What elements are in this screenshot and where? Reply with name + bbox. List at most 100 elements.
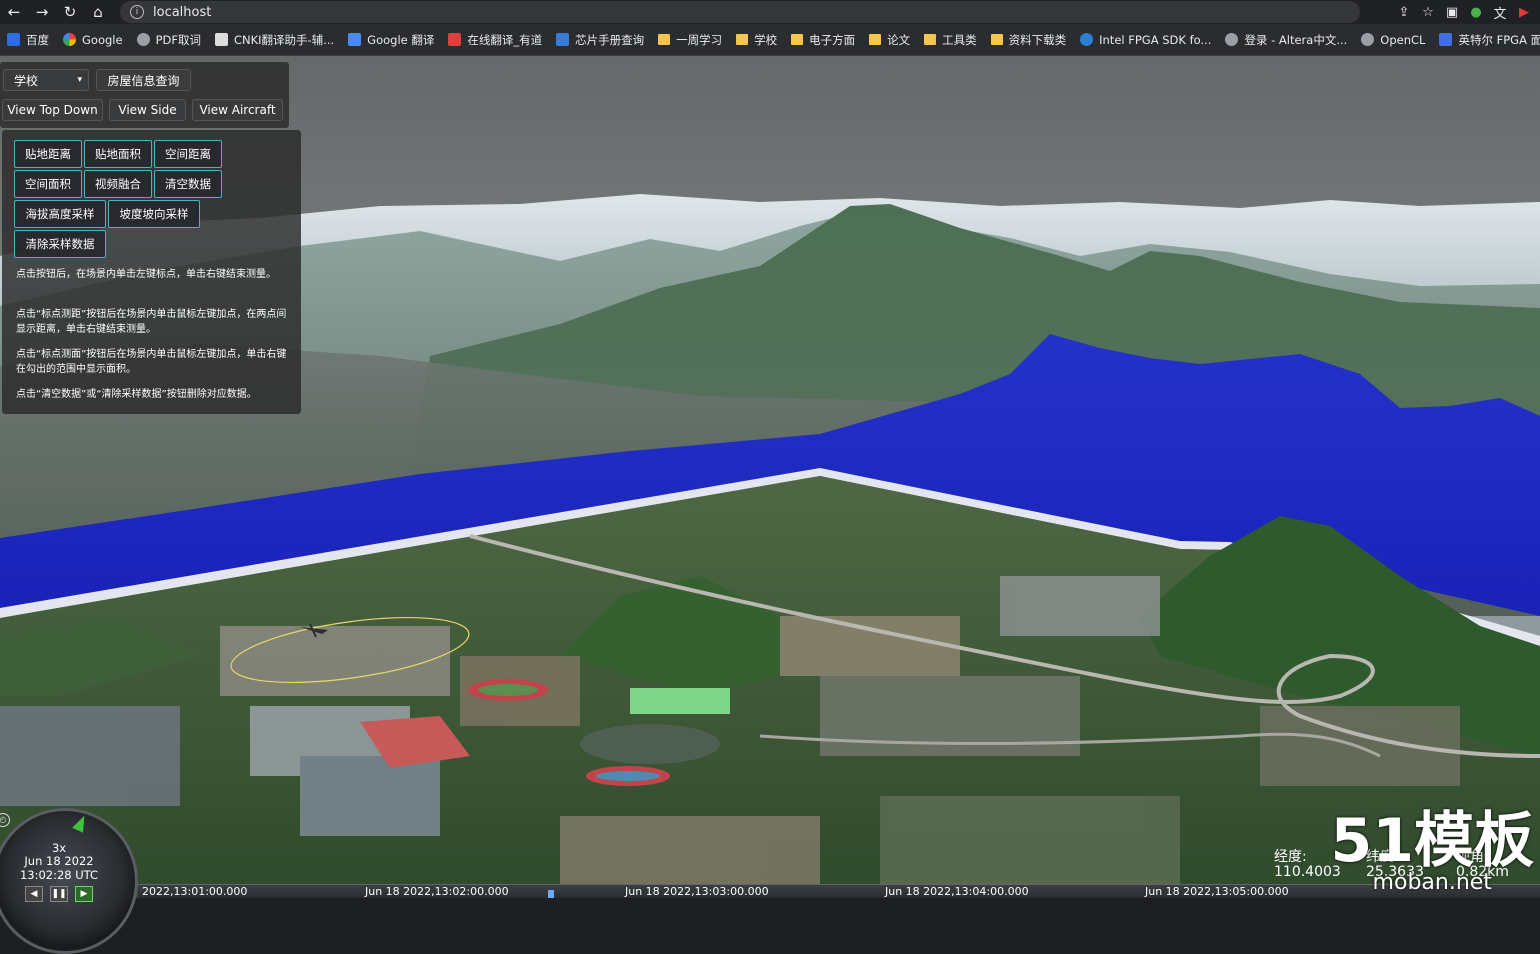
- folder-icon: [791, 34, 804, 45]
- bookmark-item[interactable]: 电子方面: [791, 32, 855, 48]
- bookmark-label: 芯片手册查询: [575, 32, 645, 47]
- bookmark-item[interactable]: 资料下载类: [990, 32, 1067, 48]
- ground-distance-button[interactable]: 贴地距离: [14, 140, 82, 168]
- bookmark-item[interactable]: 一周学习: [658, 32, 722, 48]
- record-icon[interactable]: ▶: [1514, 2, 1534, 22]
- bookmark-item[interactable]: 学校: [736, 32, 777, 48]
- altera-icon: [1439, 33, 1453, 46]
- bookmark-label: 一周学习: [676, 32, 723, 47]
- ground-area-button[interactable]: 贴地面积: [84, 140, 152, 168]
- address-bar[interactable]: i localhost: [120, 1, 1360, 23]
- browser-toolbar: ← → ↻ ⌂ i localhost ⇪ ☆ ▣ ● 文 ▶: [0, 0, 1540, 24]
- bookmark-label: 电子方面: [809, 32, 856, 47]
- green-field: [630, 688, 730, 714]
- intel-icon: [1080, 33, 1094, 46]
- instruction-2: 点击“标点测距”按钮后在场景内单击鼠标左键加点，在两点间显示距离，单击右键结束测…: [16, 309, 287, 335]
- elevation-sample-button[interactable]: 海拔高度采样: [14, 200, 106, 228]
- bookmark-item[interactable]: 登录 - Altera中文...: [1225, 32, 1347, 48]
- globe-icon: [1361, 33, 1375, 46]
- star-icon[interactable]: ☆: [1418, 2, 1438, 22]
- timeline-label: 2022,13:01:00.000: [142, 885, 248, 898]
- watermark-main: 51模板: [1330, 806, 1535, 876]
- view-side-button[interactable]: View Side: [109, 99, 186, 121]
- house-query-button[interactable]: 房屋信息查询: [96, 69, 191, 91]
- rewind-icon[interactable]: ◀: [25, 886, 43, 902]
- longitude-label: 经度:: [1274, 849, 1307, 865]
- school-select-value: 学校: [14, 73, 39, 88]
- baidu-icon: [7, 33, 20, 46]
- share-icon[interactable]: ⇪: [1394, 2, 1414, 22]
- google-translate-icon: [348, 33, 362, 46]
- bookmark-item[interactable]: 论文: [869, 32, 910, 48]
- browser-actions: ⇪ ☆ ▣ ● 文 ▶: [1394, 0, 1540, 24]
- folder-icon: [869, 34, 882, 45]
- timeline-cursor-icon[interactable]: [548, 890, 554, 898]
- view-aircraft-button[interactable]: View Aircraft: [192, 99, 283, 121]
- bookmark-label: Google 翻译: [367, 32, 435, 47]
- extension-icon[interactable]: ▣: [1442, 2, 1462, 22]
- chip-icon: [556, 33, 570, 46]
- play-icon[interactable]: ▶: [75, 886, 93, 902]
- pond: [580, 724, 720, 764]
- bookmarks-bar: 百度 Google PDF取词 CNKI翻译助手-辅... Google 翻译 在线翻译_…: [0, 24, 1540, 56]
- folder-icon: [658, 34, 671, 45]
- evernote-icon[interactable]: ●: [1466, 2, 1486, 22]
- space-area-button[interactable]: 空间面积: [14, 170, 82, 198]
- bookmark-item[interactable]: 百度: [7, 32, 49, 48]
- translate-ext-icon[interactable]: 文: [1490, 2, 1510, 22]
- bookmark-label: 工具类: [942, 32, 977, 47]
- watermark-logo: 51模板 moban.net: [1331, 810, 1535, 894]
- instruction-3: 点击“标点测面”按钮后在场景内单击鼠标左键加点，单击右键在勾出的范围中显示面积。: [16, 349, 287, 375]
- slope-sample-button[interactable]: 坡度坡向采样: [108, 200, 200, 228]
- bookmark-label: 英特尔 FPGA 面向: [1458, 32, 1540, 47]
- bookmark-item[interactable]: 工具类: [924, 32, 977, 48]
- view-top-down-button[interactable]: View Top Down: [2, 99, 103, 121]
- bookmark-item[interactable]: CNKI翻译助手-辅...: [214, 32, 335, 48]
- bookmark-label: CNKI翻译助手-辅...: [233, 32, 335, 47]
- bookmark-label: 学校: [754, 32, 778, 47]
- cnki-icon: [214, 33, 228, 46]
- video-fusion-button[interactable]: 视频融合: [84, 170, 152, 198]
- measure-panel: 贴地距离 贴地面积 空间距离 空间面积 视频融合 清空数据 海拔高度采样 坡度坡…: [2, 130, 301, 414]
- reload-icon[interactable]: ↻: [56, 0, 84, 24]
- bookmark-label: 在线翻译_有道: [467, 32, 543, 47]
- globe-icon: [136, 33, 150, 46]
- timeline-label: Jun 18 2022,13:05:00.000: [1145, 885, 1289, 898]
- space-distance-button[interactable]: 空间距离: [154, 140, 222, 168]
- view-toolbar: 学校 ▾ 房屋信息查询 View Top Down View Side View…: [0, 62, 289, 128]
- forward-icon[interactable]: →: [28, 0, 56, 24]
- folder-icon: [924, 34, 937, 45]
- bookmark-item[interactable]: Intel FPGA SDK fo...: [1080, 33, 1211, 47]
- bookmark-item[interactable]: OpenCL: [1361, 33, 1425, 47]
- clock-date: Jun 18 2022: [24, 854, 94, 868]
- folder-icon: [736, 34, 749, 45]
- bookmark-label: 登录 - Altera中文...: [1244, 32, 1348, 47]
- shuttle-ring-green-icon[interactable]: [72, 813, 90, 833]
- bookmark-item[interactable]: 英特尔 FPGA 面向: [1439, 32, 1540, 48]
- school-select[interactable]: 学校 ▾: [3, 69, 89, 91]
- globe-icon: [1225, 33, 1239, 46]
- pause-icon[interactable]: ❚❚: [50, 886, 68, 902]
- bookmark-label: Intel FPGA SDK fo...: [1099, 32, 1212, 47]
- back-icon[interactable]: ←: [0, 0, 28, 24]
- bookmark-item[interactable]: 在线翻译_有道: [448, 32, 542, 48]
- chevron-down-icon: ▾: [77, 75, 82, 85]
- clear-sample-button[interactable]: 清除采样数据: [14, 230, 106, 258]
- animation-widget[interactable]: 3x Jun 18 2022 13:02:28 UTC ◀ ❚❚ ▶: [0, 808, 138, 954]
- bookmark-item[interactable]: 芯片手册查询: [556, 32, 644, 48]
- instruction-1: 点击按钮后，在场景内单击左键标点，单击右键结束测量。: [16, 269, 276, 280]
- home-icon[interactable]: ⌂: [84, 0, 112, 24]
- folder-icon: [990, 34, 1003, 45]
- timeline-label: Jun 18 2022,13:02:00.000: [365, 885, 509, 898]
- speed-multiplier: 3x: [51, 841, 67, 855]
- clear-data-button[interactable]: 清空数据: [154, 170, 222, 198]
- info-icon[interactable]: i: [130, 5, 144, 19]
- bookmark-label: Google: [82, 32, 123, 47]
- bookmark-item[interactable]: Google 翻译: [348, 32, 434, 48]
- bookmark-item[interactable]: Google: [63, 33, 123, 47]
- bookmark-item[interactable]: PDF取词: [136, 32, 201, 48]
- bookmark-label: 资料下载类: [1008, 32, 1067, 47]
- instruction-4: 点击“清空数据”或“清除采样数据”按钮删除对应数据。: [16, 389, 257, 400]
- google-icon: [63, 33, 76, 46]
- clock-time: 13:02:28 UTC: [19, 868, 99, 882]
